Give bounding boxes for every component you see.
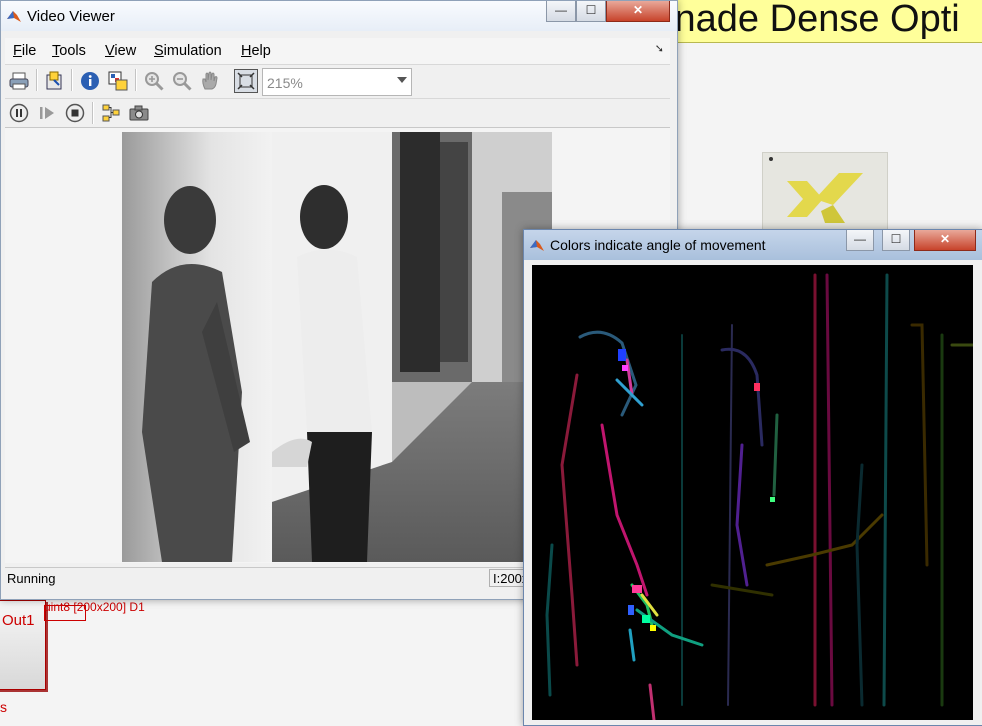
colormap-icon[interactable]: [106, 69, 130, 93]
optical-flow-display: [532, 265, 973, 720]
pause-icon[interactable]: [7, 101, 31, 125]
simulink-highlight-icon[interactable]: [99, 101, 123, 125]
xilinx-logo-icon: [787, 173, 863, 223]
zoom-out-icon[interactable]: [170, 69, 194, 93]
fit-to-window-icon[interactable]: [234, 69, 258, 93]
undock-icon[interactable]: ➘: [655, 42, 664, 55]
matlab-logo-icon: [7, 11, 21, 22]
maximize-icon[interactable]: ☐: [882, 230, 910, 251]
menu-tools[interactable]: Tools: [52, 43, 86, 59]
stop-icon[interactable]: [63, 101, 87, 125]
menu-help[interactable]: Help: [241, 43, 271, 59]
zoom-level-dropdown[interactable]: 215%: [262, 68, 412, 96]
matlab-logo-icon: [530, 240, 544, 251]
optical-flow-image: [545, 273, 973, 720]
video-frame-image: [122, 132, 552, 562]
window-title: Colors indicate angle of movement: [550, 237, 766, 253]
menu-simulation[interactable]: Simulation: [154, 43, 222, 59]
menu-file[interactable]: File: [13, 43, 36, 59]
menu-bar: File Tools View Simulation Help ➘: [5, 38, 670, 65]
toolbar-main: 215%: [5, 65, 670, 99]
print-icon[interactable]: [7, 69, 31, 93]
menu-rest: elp: [251, 43, 271, 59]
menu-view[interactable]: View: [105, 43, 136, 59]
menu-rest: ile: [21, 43, 37, 59]
highlight-block-icon[interactable]: [43, 69, 67, 93]
menu-mnemonic: V: [105, 43, 115, 59]
menu-rest: imulation: [163, 43, 222, 59]
window-title: Video Viewer: [27, 8, 115, 25]
menu-mnemonic: F: [13, 43, 22, 59]
step-forward-icon[interactable]: [35, 101, 59, 125]
bottom-label: s: [0, 699, 7, 715]
close-icon[interactable]: ✕: [914, 230, 976, 251]
menu-mnemonic: H: [241, 43, 252, 59]
zoom-level-value: 215%: [267, 75, 303, 91]
menu-mnemonic: S: [154, 43, 164, 59]
maximize-icon[interactable]: ☐: [576, 1, 606, 22]
close-icon[interactable]: ✕: [606, 1, 670, 22]
menu-rest: iew: [114, 43, 137, 59]
optical-flow-window: Colors indicate angle of movement — ☐ ✕: [523, 229, 982, 726]
menu-rest: ools: [59, 43, 86, 59]
snapshot-camera-icon[interactable]: [127, 101, 151, 125]
minimize-icon[interactable]: —: [546, 1, 576, 22]
signal-dimension-label: uint8 [200x200] D1: [44, 600, 145, 614]
xilinx-block[interactable]: [762, 152, 888, 238]
toolbar-playback: [5, 99, 670, 128]
info-icon[interactable]: [78, 69, 102, 93]
optical-flow-titlebar[interactable]: Colors indicate angle of movement — ☐ ✕: [524, 230, 982, 260]
minimize-icon[interactable]: —: [846, 230, 874, 251]
status-text: Running: [7, 571, 56, 586]
zoom-in-icon[interactable]: [142, 69, 166, 93]
out1-label: Out1: [2, 612, 35, 629]
chevron-down-icon: [397, 77, 407, 83]
pan-hand-icon[interactable]: [198, 69, 222, 93]
